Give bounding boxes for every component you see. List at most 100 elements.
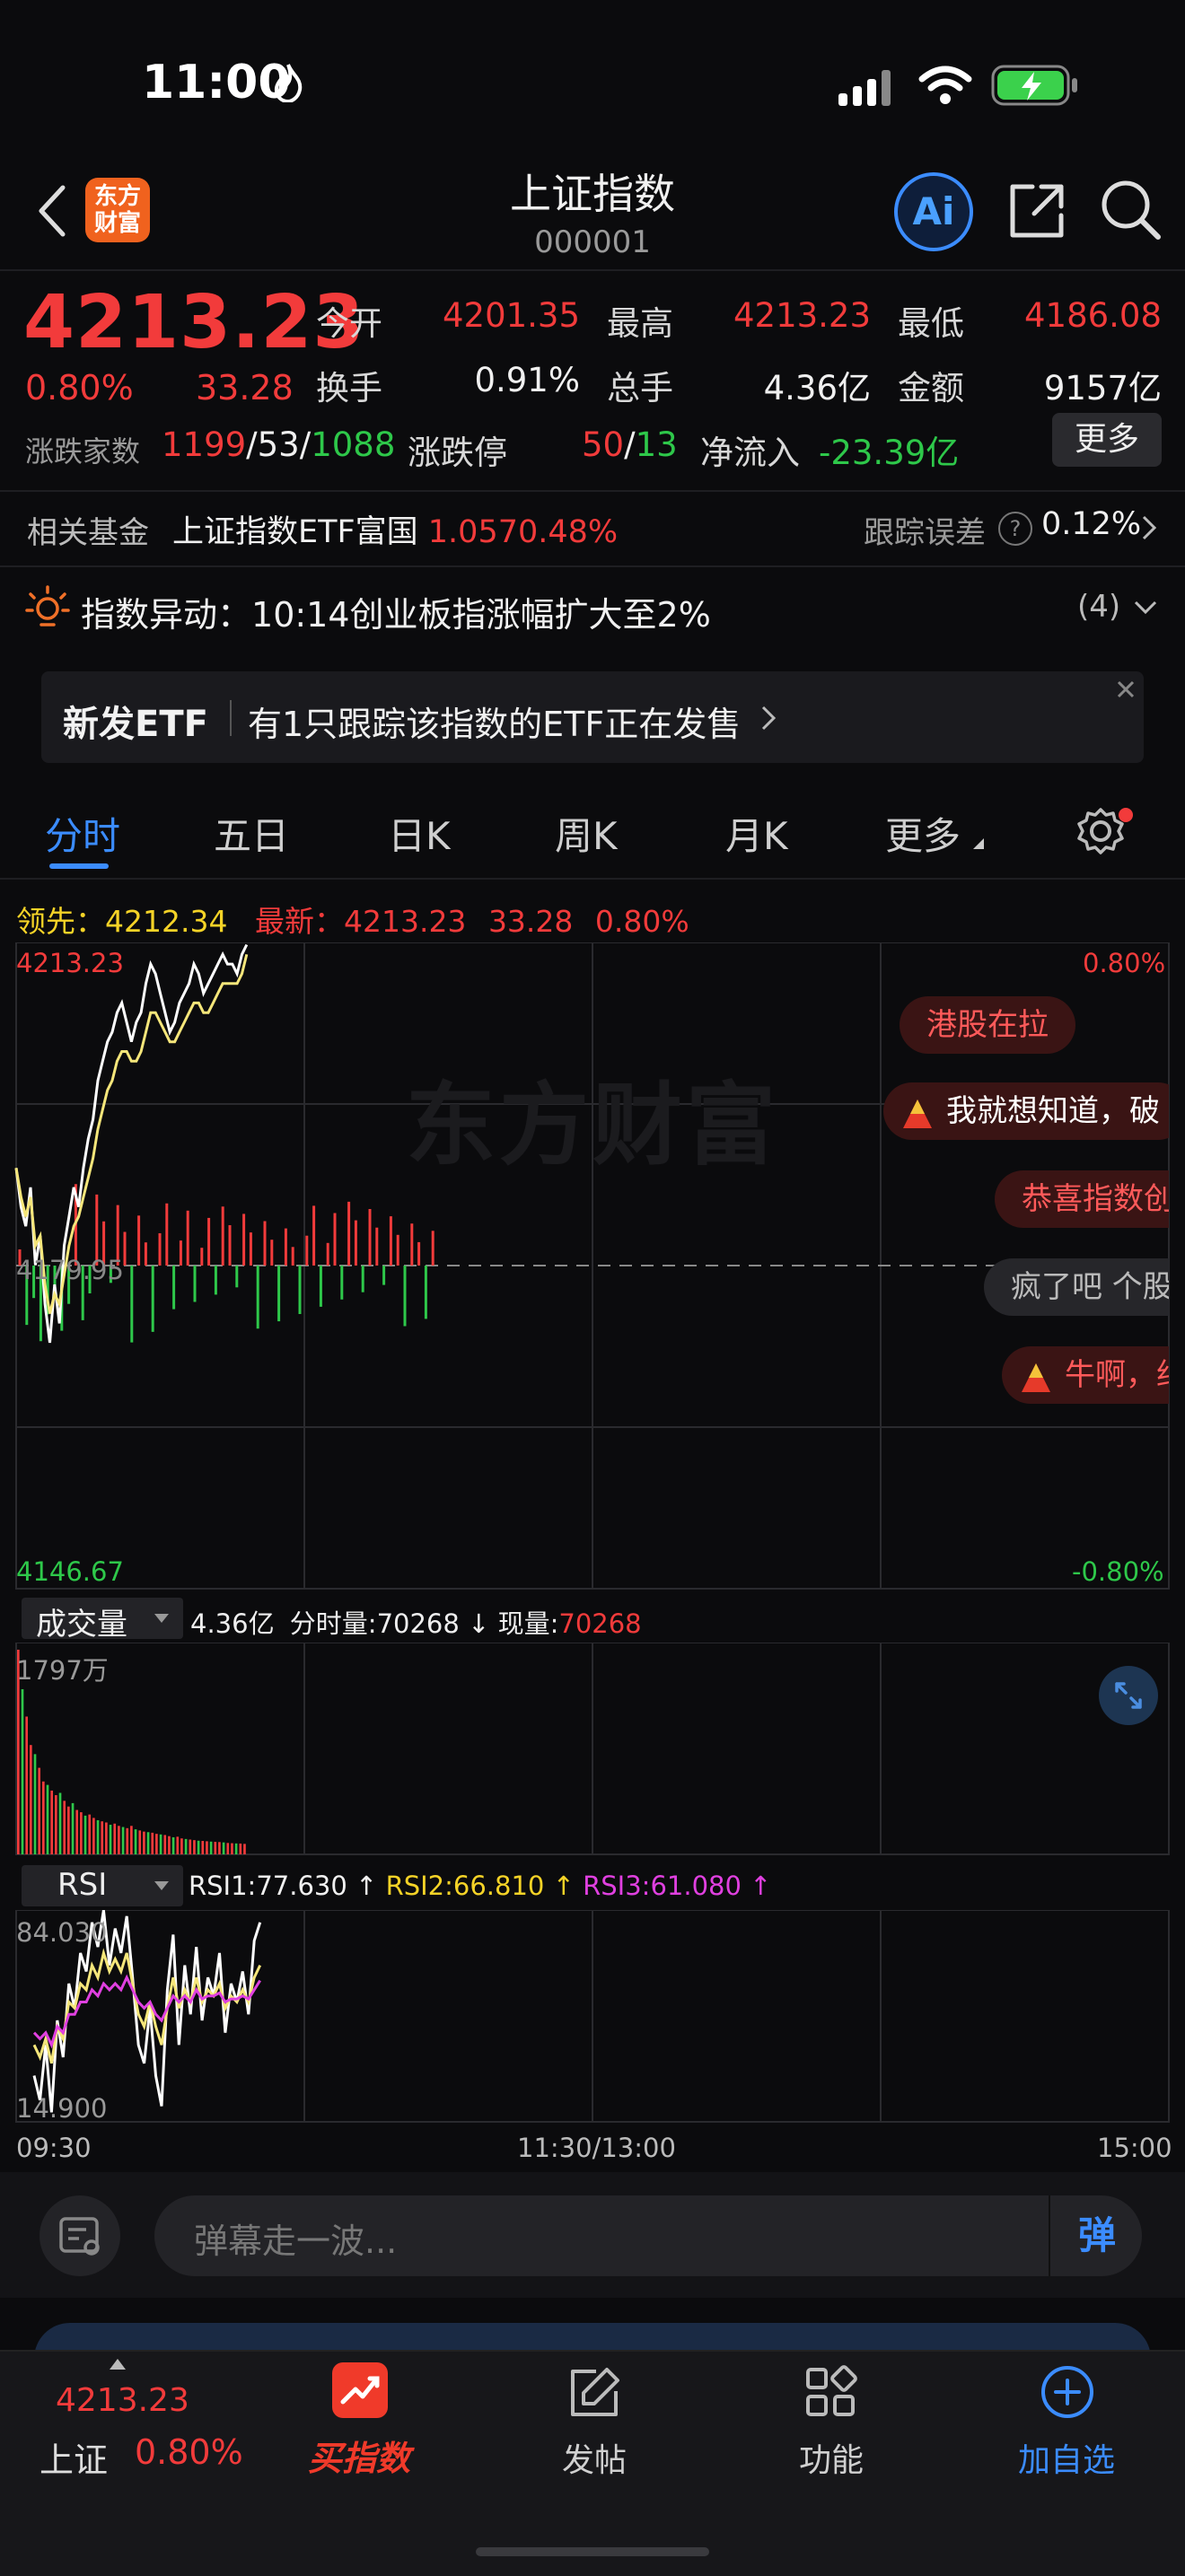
breadth-values: 1199/53/1088 [162, 425, 396, 464]
tracking-error-value: 0.12% [1041, 506, 1142, 542]
danmaku-bubble[interactable]: 港股在拉 [900, 996, 1075, 1054]
volume-bar [197, 1840, 200, 1854]
volume-bar [75, 1809, 79, 1854]
time-axis-end: 15:00 [1097, 2133, 1172, 2163]
volume-bar [184, 1838, 188, 1854]
rsi-axis-top: 84.030 [16, 1917, 108, 1948]
danmaku-input[interactable]: 弹幕走一波... 弹 [154, 2195, 1142, 2276]
fund-link[interactable]: 上证指数ETF富国 1.0570.48% [172, 506, 618, 552]
alert-text[interactable]: 指数异动：10:14创业板指涨幅扩大至2% [81, 587, 711, 636]
fund-label: 相关基金 [27, 515, 149, 551]
volume-bar [159, 1834, 162, 1854]
alert-bulb-icon [25, 583, 70, 635]
chevron-right-icon[interactable] [1140, 513, 1158, 546]
volume-bar [63, 1801, 66, 1854]
tab-daily-k[interactable]: 日K [388, 806, 451, 861]
expand-icon[interactable] [1099, 1666, 1158, 1725]
more-button[interactable]: 更多 [1052, 413, 1162, 467]
volume-bar [30, 1745, 32, 1854]
caret-up-icon [110, 2359, 126, 2370]
volume-bar [226, 1843, 230, 1854]
ticker-name: 上证 [40, 2440, 109, 2480]
danmaku-bubble[interactable]: 疯了吧 个股 [984, 1258, 1169, 1316]
share-icon[interactable] [1005, 180, 1068, 246]
rsi-chart[interactable] [0, 1910, 1185, 2125]
volume-bar [83, 1815, 87, 1854]
volume-axis-top: 1797万 [16, 1655, 109, 1686]
danmaku-bubble[interactable]: 恭喜指数创 [995, 1170, 1169, 1228]
turnover-label: 换手 [316, 369, 382, 407]
nav-functions[interactable]: 功能 [742, 2359, 921, 2502]
volume-bar [151, 1832, 154, 1854]
volume-bar [143, 1831, 145, 1854]
volume-bar [105, 1822, 108, 1854]
danmaku-settings-button[interactable] [40, 2195, 120, 2276]
tab-more[interactable]: 更多 [885, 806, 961, 861]
tab-weekly-k[interactable]: 周K [555, 806, 618, 861]
low-label: 最低 [898, 304, 964, 343]
ai-label: Ai [912, 189, 955, 233]
danmaku-layer: 港股在拉 我就想知道，破 恭喜指数创 疯了吧 个股 牛啊，约 [0, 942, 1169, 1481]
current-price: 4213.23 [23, 280, 365, 365]
volume-bar [130, 1826, 133, 1854]
volume-bar [101, 1821, 104, 1854]
high-label: 最高 [607, 304, 673, 343]
danmaku-bubble[interactable]: 牛啊，约 [1002, 1346, 1169, 1404]
tab-intraday[interactable]: 分时 [45, 806, 120, 861]
volume-bar [155, 1834, 158, 1854]
tab-underline [49, 863, 109, 869]
volume-bar [234, 1843, 238, 1854]
firework-icon [1018, 1357, 1054, 1393]
index-ticker[interactable]: 4213.23 上证 0.80% [27, 2359, 260, 2493]
trend-chart-icon [332, 2362, 388, 2418]
tabs-divider [0, 878, 1185, 880]
rsi-axis-bottom: 14.900 [16, 2093, 108, 2124]
volume-bar [193, 1840, 196, 1854]
rsi-indicator-select[interactable]: RSI [22, 1865, 183, 1906]
volume-indicator-select[interactable]: 成交量 [22, 1598, 183, 1643]
danmaku-bubble[interactable]: 我就想知道，破 [883, 1082, 1169, 1140]
volume-bar [180, 1838, 183, 1854]
nav-buy-index[interactable]: 买指数 [269, 2359, 449, 2502]
volume-bar [209, 1841, 213, 1854]
danmaku-toggle[interactable]: 弹 [1049, 2195, 1144, 2276]
fund-name: 上证指数ETF富国 [172, 514, 418, 550]
volume-bar [222, 1842, 225, 1854]
volume-bar [33, 1754, 37, 1854]
volume-bar [58, 1792, 62, 1854]
nav-label: 买指数 [307, 2439, 410, 2478]
open-value: 4201.35 [442, 296, 580, 335]
danmaku-placeholder: 弹幕走一波... [194, 2221, 398, 2261]
volume-bar [92, 1818, 95, 1854]
open-label: 今开 [316, 304, 382, 343]
firework-icon [900, 1093, 935, 1129]
volume-bar [214, 1842, 217, 1854]
help-icon[interactable]: ? [998, 512, 1032, 546]
header-divider [0, 269, 1185, 271]
volume-bar [25, 1716, 29, 1854]
volume-bar [21, 1689, 24, 1854]
close-icon[interactable] [1115, 679, 1137, 704]
pct-axis-bottom: -0.80% [1072, 1556, 1164, 1587]
nav-post[interactable]: 发帖 [505, 2359, 684, 2502]
ai-assistant-button[interactable]: Ai [894, 172, 973, 251]
etf-banner[interactable]: 新发ETF 有1只跟踪该指数的ETF正在发售 [41, 671, 1144, 763]
chevron-down-icon[interactable] [1133, 600, 1158, 619]
tab-five-day[interactable]: 五日 [214, 806, 289, 861]
chart-legend: 领先：4212.34 最新：4213.23 33.28 0.80% [16, 904, 689, 939]
search-icon[interactable] [1099, 178, 1163, 246]
tab-monthly-k[interactable]: 月K [725, 806, 788, 861]
change-amount: 33.28 [196, 368, 294, 407]
time-axis-start: 09:30 [16, 2133, 92, 2163]
tracking-error-label: 跟踪误差 [864, 515, 986, 551]
nav-add-watchlist[interactable]: 加自选 [977, 2359, 1156, 2502]
quote-divider [0, 490, 1185, 492]
flame-icon [273, 63, 303, 104]
low-value: 4186.08 [1023, 296, 1162, 335]
fund-divider [0, 565, 1185, 567]
volume-chart[interactable] [0, 1643, 1185, 1858]
volume-bar [38, 1767, 41, 1854]
volume-bar [176, 1836, 180, 1854]
limit-values: 50/13 [582, 425, 678, 464]
volume-bar [171, 1836, 175, 1854]
